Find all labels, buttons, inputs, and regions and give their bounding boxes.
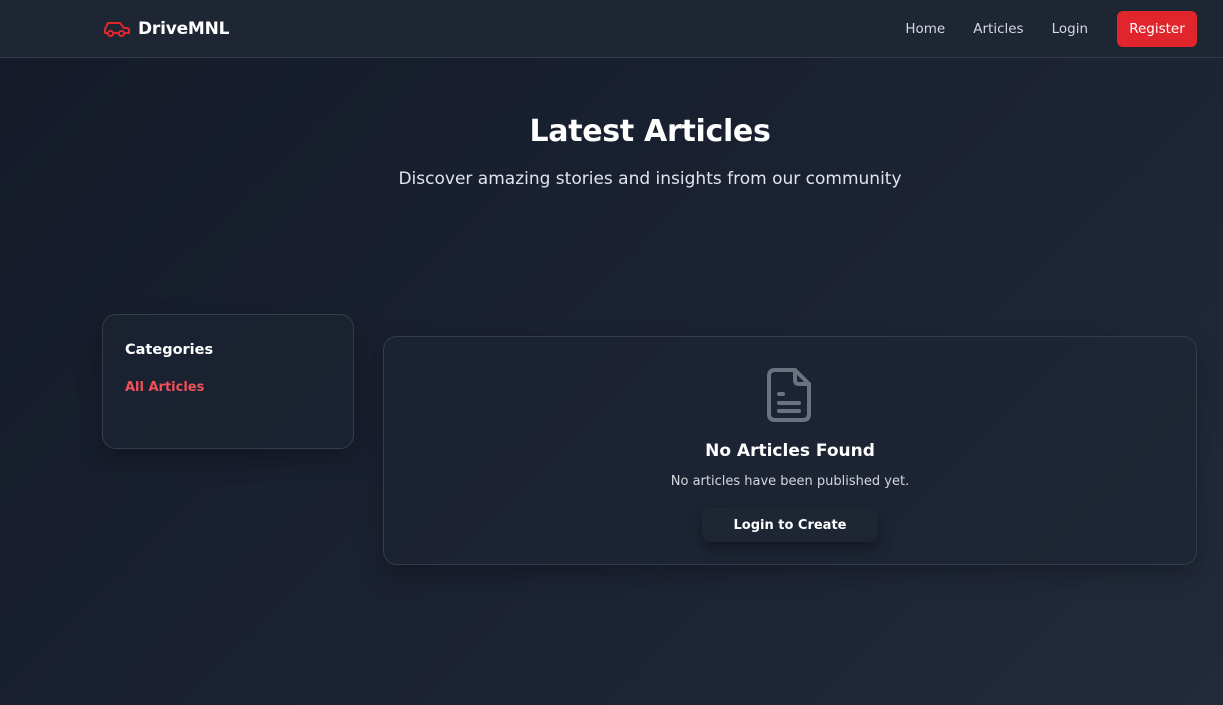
top-navbar: DriveMNL Home Articles Login Register: [0, 0, 1223, 58]
empty-state-message: No articles have been published yet.: [670, 474, 910, 489]
nav-link-login[interactable]: Login: [1052, 21, 1088, 37]
document-icon: [765, 367, 815, 423]
empty-state-card: No Articles Found No articles have been …: [383, 336, 1197, 565]
nav-link-articles[interactable]: Articles: [973, 21, 1023, 37]
page-subtitle: Discover amazing stories and insights fr…: [398, 169, 902, 189]
nav-links: Home Articles Login Register: [905, 11, 1197, 47]
empty-state-title: No Articles Found: [705, 441, 875, 461]
category-all-articles[interactable]: All Articles: [125, 380, 204, 395]
categories-title: Categories: [125, 342, 214, 358]
categories-sidebar: Categories All Articles: [102, 314, 354, 449]
brand-name: DriveMNL: [138, 19, 230, 39]
nav-link-home[interactable]: Home: [905, 21, 945, 37]
register-button[interactable]: Register: [1117, 11, 1197, 47]
login-to-create-button[interactable]: Login to Create: [702, 508, 878, 542]
car-icon: [102, 19, 130, 39]
brand-logo-link[interactable]: DriveMNL: [102, 17, 230, 41]
page-title: Latest Articles: [529, 114, 771, 149]
